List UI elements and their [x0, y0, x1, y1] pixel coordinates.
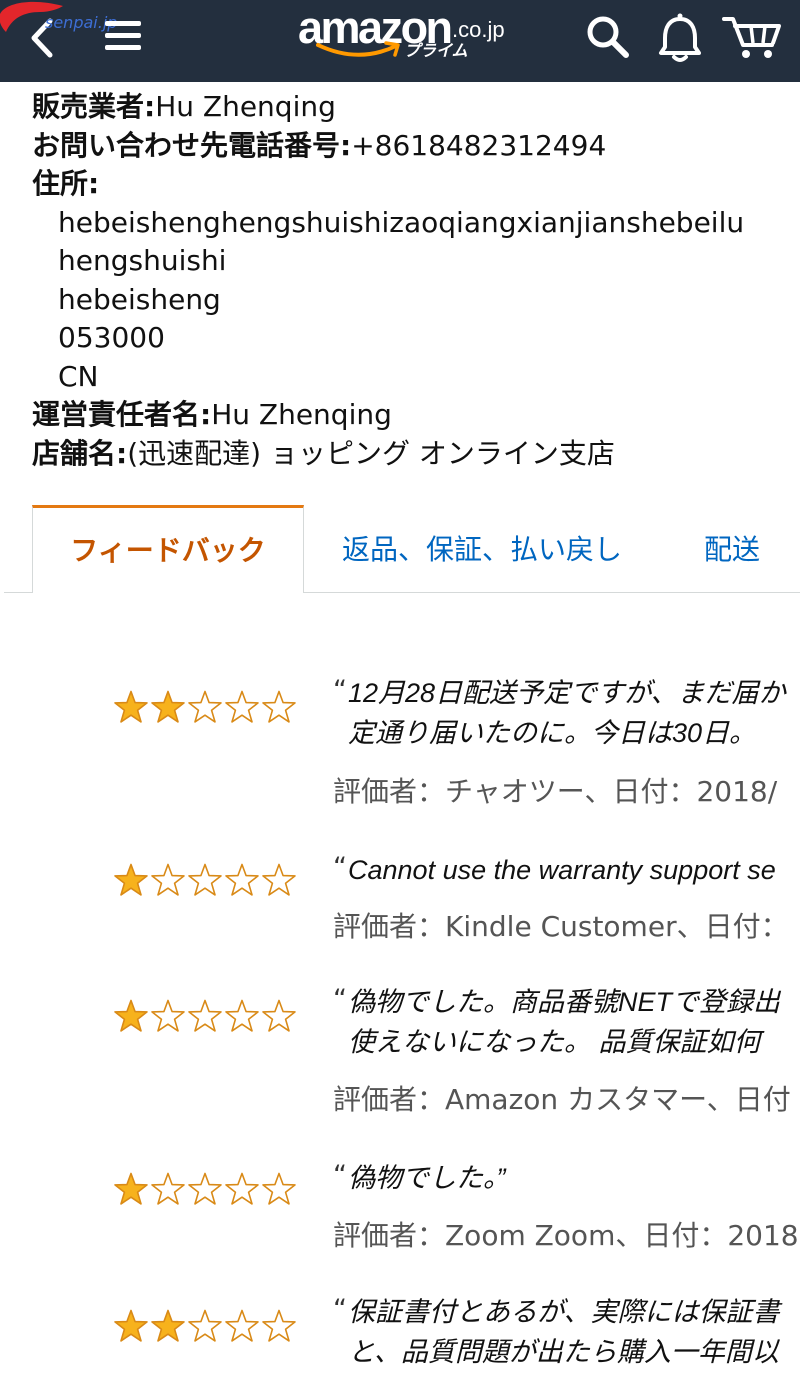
star-empty-icon: [262, 1309, 296, 1342]
store-name-value: (迅速配達) ョッピング オンライン支店: [127, 436, 615, 470]
menu-bar: [105, 21, 141, 26]
review-line: 偽物でした。商品番號NETで登録出: [348, 987, 780, 1017]
star-empty-icon: [262, 1172, 296, 1205]
feedback-item: “ Cannot use the warranty support se 評価者…: [0, 850, 800, 943]
tab-returns-warranty-refunds[interactable]: 返品、保証、払い戻し: [342, 530, 622, 570]
open-quote: “: [333, 984, 347, 1015]
star-empty-icon: [225, 863, 259, 896]
manager-value: Hu Zhenqing: [211, 398, 392, 431]
star-empty-icon: [225, 999, 259, 1032]
review-line: 偽物でした。”: [348, 1163, 506, 1193]
store-name-row: 店舗名:(迅速配達) ョッピング オンライン支店: [32, 435, 800, 474]
star-empty-icon: [225, 690, 259, 723]
review-line: 定通り届いたのに。今日は30日。: [348, 718, 757, 748]
address-line: CN: [58, 359, 99, 393]
star-filled-icon: [151, 690, 185, 723]
star-filled-icon: [114, 690, 148, 723]
star-empty-icon: [225, 1309, 259, 1342]
tab-shipping[interactable]: 配送: [704, 530, 760, 570]
business-name-value: Hu Zhenqing: [155, 90, 336, 123]
tab-feedback-label: フィードバック: [70, 534, 266, 567]
address-line: 053000: [58, 321, 165, 354]
amazon-logo[interactable]: amazon .co.jp プライム: [296, 0, 510, 70]
star-filled-icon: [151, 1309, 185, 1342]
rater-info: 評価者：Amazon カスタマー、日付: [333, 1083, 791, 1116]
star-empty-icon: [262, 999, 296, 1032]
open-quote: “: [333, 1294, 347, 1325]
star-filled-icon: [114, 1309, 148, 1342]
logo-domain: .co.jp: [452, 17, 505, 42]
tab-feedback[interactable]: フィードバック: [32, 505, 304, 593]
star-empty-icon: [262, 863, 296, 896]
star-rating: [113, 690, 297, 726]
star-filled-icon: [114, 863, 148, 896]
star-empty-icon: [188, 1309, 222, 1342]
review-line: Cannot use the warranty support se: [348, 855, 776, 885]
rater-info: 評価者：Kindle Customer、日付：: [333, 910, 789, 943]
search-icon[interactable]: [584, 12, 632, 60]
star-empty-icon: [151, 1172, 185, 1205]
tab-divider: [304, 592, 800, 593]
review-text: “ Cannot use the warranty support se: [333, 850, 800, 890]
feedback-item: “ 12月28日配送予定ですが、まだ届か 定通り届いたのに。今日は30日。 評価…: [0, 673, 800, 808]
business-name-label: 販売業者:: [32, 90, 156, 123]
star-empty-icon: [262, 690, 296, 723]
open-quote: “: [333, 675, 347, 706]
address-row: 住所:: [32, 165, 800, 204]
tab-divider: [4, 592, 32, 593]
feedback-item: “ 偽物でした。商品番號NETで登録出 使えないになった。 品質保証如何 評価者…: [0, 982, 800, 1116]
star-filled-icon: [114, 999, 148, 1032]
bell-icon[interactable]: [658, 12, 702, 64]
review-text: “ 偽物でした。商品番號NETで登録出 使えないになった。 品質保証如何: [333, 982, 800, 1062]
star-rating: [113, 1309, 297, 1345]
cart-icon[interactable]: [720, 12, 782, 62]
review-line: と、品質問題が出たら購入一年間以: [348, 1337, 779, 1367]
phone-row: お問い合わせ先電話番号:+8618482312494: [32, 127, 800, 166]
review-text: “ 12月28日配送予定ですが、まだ届か 定通り届いたのに。今日は30日。: [333, 673, 800, 753]
feedback-item: “ 偽物でした。” 評価者：Zoom Zoom、日付：2018: [0, 1158, 800, 1252]
hamburger-menu-icon[interactable]: [105, 21, 141, 50]
phone-label: お問い合わせ先電話番号:: [32, 128, 352, 162]
address-line: hengshuishi: [58, 244, 227, 277]
open-quote: “: [333, 1160, 347, 1191]
phone-value: +8618482312494: [351, 128, 607, 162]
seller-tabs: フィードバック 返品、保証、払い戻し 配送: [0, 505, 800, 594]
review-line: 12月28日配送予定ですが、まだ届か: [348, 678, 786, 708]
star-empty-icon: [188, 1172, 222, 1205]
review-line: 使えないになった。 品質保証如何: [348, 1027, 761, 1057]
star-empty-icon: [151, 863, 185, 896]
star-empty-icon: [188, 690, 222, 723]
star-empty-icon: [225, 1172, 259, 1205]
manager-label: 運営責任者名:: [32, 398, 212, 431]
star-empty-icon: [151, 999, 185, 1032]
review-text: “ 保証書付とあるが、実際には保証書 と、品質問題が出たら購入一年間以: [333, 1292, 800, 1372]
address-label: 住所:: [32, 167, 100, 200]
store-name-label: 店舗名:: [32, 436, 128, 470]
menu-bar: [105, 33, 141, 38]
star-rating: [113, 999, 297, 1035]
rater-info: 評価者：チャオツー、日付：2018/: [333, 775, 778, 808]
star-filled-icon: [114, 1172, 148, 1205]
address-line: hebeishenghengshuishizaoqiangxianjianshe…: [58, 205, 745, 239]
logo-prime-tagline: プライム: [404, 41, 468, 60]
star-rating: [113, 1172, 297, 1208]
smile-arrow-icon: [316, 41, 400, 57]
review-line: 保証書付とあるが、実際には保証書: [348, 1297, 780, 1327]
manager-row: 運営責任者名:Hu Zhenqing: [32, 396, 800, 435]
rater-info: 評価者：Zoom Zoom、日付：2018: [333, 1219, 799, 1252]
feedback-item: “ 保証書付とあるが、実際には保証書 と、品質問題が出たら購入一年間以: [0, 1292, 800, 1367]
business-name-row: 販売業者:Hu Zhenqing: [32, 88, 800, 127]
star-rating: [113, 863, 297, 899]
star-empty-icon: [188, 863, 222, 896]
open-quote: “: [333, 852, 347, 883]
address-line: hebeisheng: [58, 282, 221, 316]
seller-info: 販売業者:Hu Zhenqing お問い合わせ先電話番号:+8618482312…: [32, 88, 800, 473]
menu-bar: [105, 45, 141, 50]
top-nav-bar: senpai.jp amazon .co.jp プライム: [0, 0, 800, 82]
review-text: “ 偽物でした。”: [333, 1158, 800, 1198]
star-empty-icon: [188, 999, 222, 1032]
